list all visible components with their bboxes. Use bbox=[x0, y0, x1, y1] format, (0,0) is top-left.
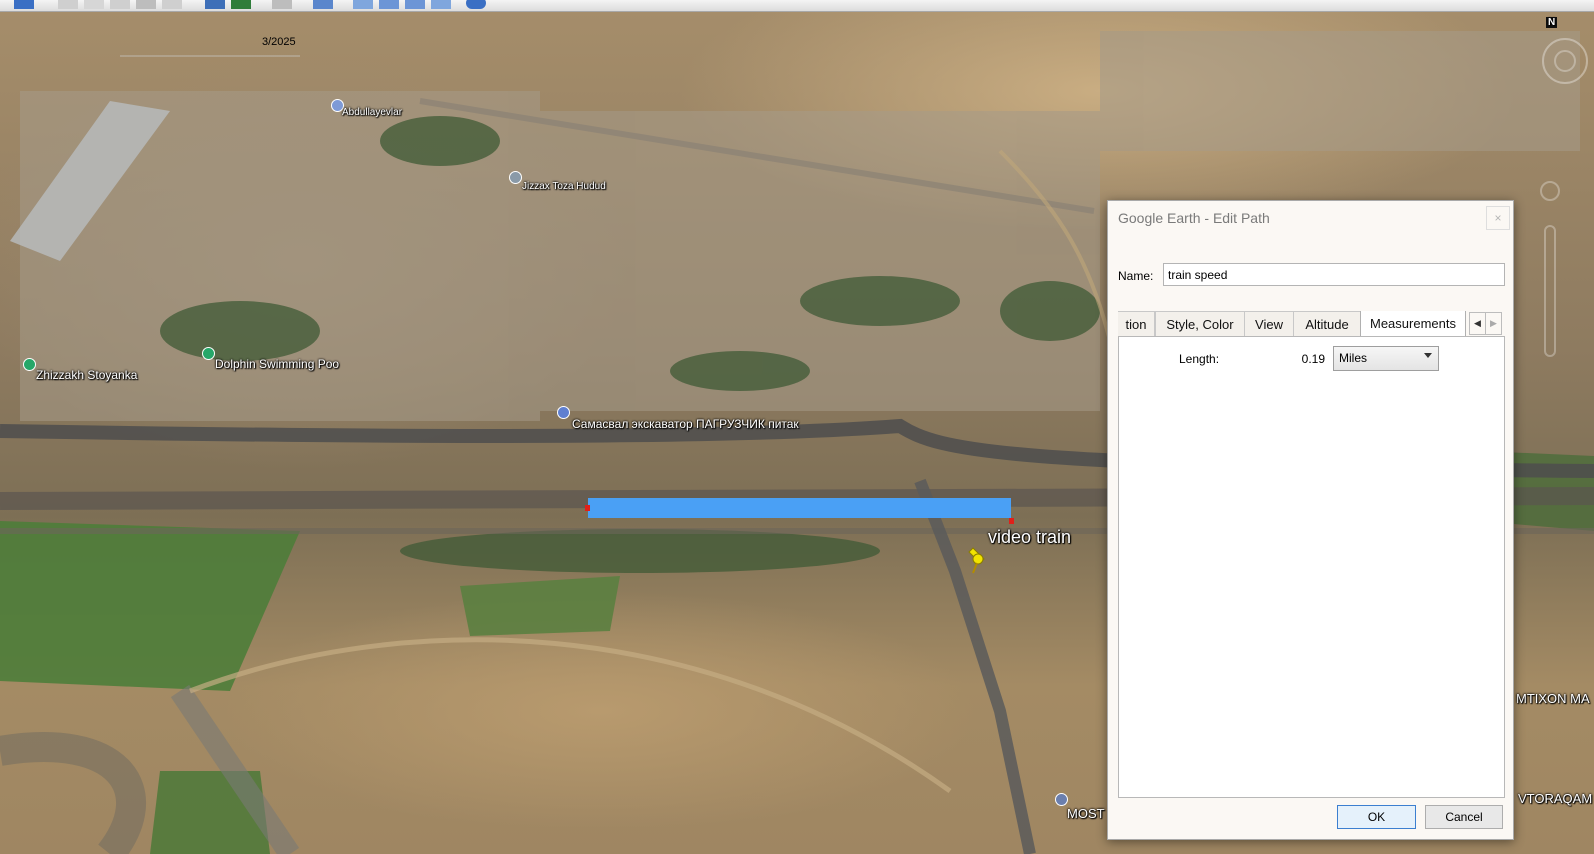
poi-icon[interactable] bbox=[202, 347, 215, 360]
placemark-icon[interactable] bbox=[58, 0, 78, 9]
planets-icon[interactable] bbox=[272, 0, 292, 9]
tab-altitude[interactable]: Altitude bbox=[1293, 311, 1361, 336]
polygon-icon[interactable] bbox=[84, 0, 104, 9]
length-value: 0.19 bbox=[1301, 352, 1325, 366]
place-label[interactable]: Jizzax Toza Hudud bbox=[522, 181, 606, 192]
path-start-vertex bbox=[585, 505, 590, 511]
imagery-date: 3/2025 bbox=[262, 36, 296, 48]
tab-description[interactable]: tion bbox=[1118, 311, 1155, 336]
place-label[interactable]: VTORAQAM bbox=[1518, 791, 1592, 806]
chevron-down-icon bbox=[1424, 353, 1432, 358]
tab-scroll-left-icon[interactable]: ◀ bbox=[1469, 312, 1486, 335]
save-image-icon[interactable] bbox=[405, 0, 425, 9]
tab-view[interactable]: View bbox=[1244, 311, 1294, 336]
cancel-button[interactable]: Cancel bbox=[1425, 805, 1503, 829]
name-label: Name: bbox=[1118, 269, 1154, 283]
length-label: Length: bbox=[1179, 352, 1220, 366]
tab-bar: tion Style, Color View Altitude Measurem… bbox=[1118, 311, 1503, 336]
place-label[interactable]: MOST bbox=[1067, 806, 1105, 821]
path-line bbox=[588, 498, 1011, 518]
poi-icon[interactable] bbox=[1055, 793, 1068, 806]
place-label[interactable]: Dolphin Swimming Poo bbox=[215, 357, 339, 371]
edit-path-dialog: Google Earth - Edit Path × Name: tion St… bbox=[1107, 200, 1514, 840]
path-end-vertex bbox=[1009, 518, 1014, 524]
poi-icon[interactable] bbox=[23, 358, 36, 371]
navigation-controls[interactable] bbox=[1540, 26, 1590, 366]
overlay-icon[interactable] bbox=[136, 0, 156, 9]
view-in-maps-icon[interactable] bbox=[431, 0, 451, 9]
poi-icon[interactable] bbox=[557, 406, 570, 419]
ok-button[interactable]: OK bbox=[1337, 805, 1416, 829]
tab-scroll-right-icon[interactable]: ▶ bbox=[1485, 312, 1502, 335]
dialog-title: Google Earth - Edit Path bbox=[1118, 210, 1270, 226]
unit-select-value: Miles bbox=[1339, 351, 1368, 365]
path-icon[interactable] bbox=[110, 0, 130, 9]
tab-measurements[interactable]: Measurements bbox=[1360, 311, 1466, 336]
placemark-label[interactable]: video train bbox=[988, 527, 1071, 548]
email-icon[interactable] bbox=[353, 0, 373, 9]
poi-icon[interactable] bbox=[509, 171, 522, 184]
pushpin-icon bbox=[968, 547, 985, 574]
tab-style-color[interactable]: Style, Color bbox=[1155, 311, 1245, 336]
measurements-panel: Length: 0.19 Miles bbox=[1118, 336, 1505, 798]
place-label[interactable]: Zhizzakh Stoyanka bbox=[36, 368, 137, 382]
sun-icon[interactable] bbox=[231, 0, 251, 9]
globe-icon[interactable] bbox=[466, 0, 486, 9]
record-tour-icon[interactable] bbox=[162, 0, 182, 9]
historical-imagery-icon[interactable] bbox=[205, 0, 225, 9]
unit-select[interactable]: Miles bbox=[1333, 346, 1439, 371]
place-label[interactable]: Самасвал экскаватор ПАГРУЗЧИК питак bbox=[572, 417, 799, 431]
sidebar-toggle-icon[interactable] bbox=[14, 0, 34, 9]
place-label[interactable]: Abdullayevlar bbox=[342, 107, 402, 118]
ruler-icon[interactable] bbox=[313, 0, 333, 9]
place-label[interactable]: MTIXON MA bbox=[1516, 691, 1590, 706]
name-input[interactable] bbox=[1163, 263, 1505, 286]
print-icon[interactable] bbox=[379, 0, 399, 9]
toolbar bbox=[0, 0, 1594, 12]
close-button[interactable]: × bbox=[1486, 206, 1510, 230]
